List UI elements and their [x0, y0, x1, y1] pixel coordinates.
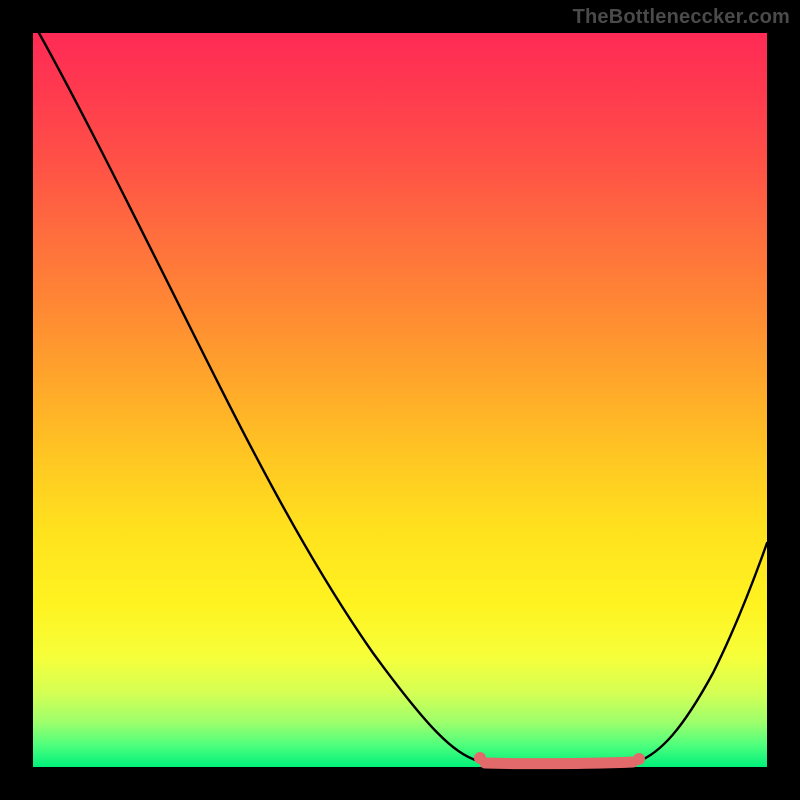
flat-marker-line [485, 762, 633, 764]
flat-marker-dot-right [633, 753, 645, 765]
flat-marker-group [474, 752, 645, 765]
watermark-text: TheBottleneccker.com [573, 6, 790, 29]
chart-frame: TheBottleneccker.com [0, 0, 800, 800]
plot-area [33, 33, 767, 767]
bottleneck-curve-path [39, 33, 767, 764]
curve-svg [33, 33, 767, 767]
